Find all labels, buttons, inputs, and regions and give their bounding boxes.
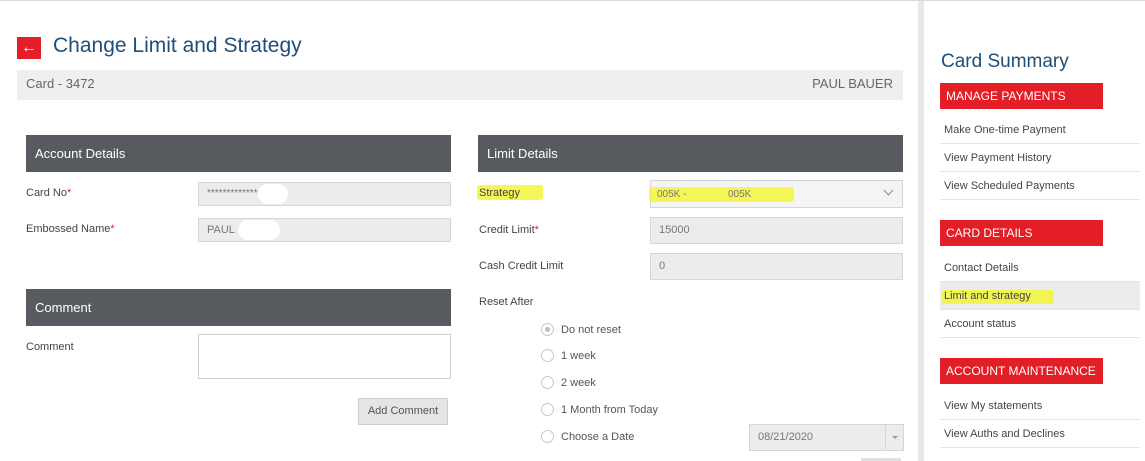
radio-1-week[interactable] (541, 349, 554, 362)
radio-label: 1 Month from Today (561, 404, 659, 416)
strategy-select[interactable]: 005K - 005K (649, 180, 903, 208)
arrow-left-icon: ← (21, 39, 37, 56)
sidebar-title: Card Summary (941, 51, 1069, 72)
caret-down-icon[interactable] (885, 425, 903, 450)
card-info-bar: Card - 3472 PAUL BAUER (17, 70, 903, 100)
sidebar-item-limit-strategy[interactable]: Limit and strategy (940, 282, 1140, 310)
sidebar-item-account-status[interactable]: Account status (940, 310, 1140, 338)
chevron-down-icon (883, 185, 894, 196)
radio-do-not-reset[interactable] (541, 323, 554, 336)
radio-label: Do not reset (561, 324, 621, 336)
back-button[interactable]: ← (17, 37, 41, 59)
limit-details-heading: Limit Details (478, 135, 903, 172)
app-window: ← Change Limit and Strategy Card - 3472 … (0, 0, 1145, 461)
sidebar-item-contact-details[interactable]: Contact Details (940, 254, 1140, 282)
sidebar-item-statements[interactable]: View My statements (940, 392, 1140, 420)
comment-label: Comment (26, 341, 74, 353)
radio-2-week[interactable] (541, 376, 554, 389)
radio-label: 2 week (561, 377, 596, 389)
add-comment-button[interactable]: Add Comment (358, 398, 448, 425)
strategy-label: Strategy (479, 187, 520, 199)
sidebar-item-make-payment[interactable]: Make One-time Payment (940, 116, 1140, 144)
redaction-mark (238, 220, 280, 240)
sidebar-item-scheduled-payments[interactable]: View Scheduled Payments (940, 172, 1140, 200)
page-title: Change Limit and Strategy (53, 34, 302, 57)
date-picker-field[interactable]: 08/21/2020 (749, 424, 904, 451)
card-number: Card - 3472 (26, 76, 95, 91)
radio-1-month[interactable] (541, 403, 554, 416)
embossed-name-label: Embossed Name* (26, 223, 115, 235)
credit-limit-field[interactable]: 15000 (650, 217, 903, 244)
card-no-label: Card No* (26, 187, 72, 199)
manage-payments-heading: MANAGE PAYMENTS (940, 83, 1103, 109)
main-content: ← Change Limit and Strategy Card - 3472 … (0, 1, 918, 461)
strategy-code: 005K - (657, 189, 687, 200)
sidebar-item-payment-history[interactable]: View Payment History (940, 144, 1140, 172)
credit-limit-label: Credit Limit* (479, 224, 539, 236)
embossed-name-field[interactable]: PAUL B (198, 218, 451, 242)
card-summary-sidebar: Card Summary MANAGE PAYMENTS Make One-ti… (924, 1, 1145, 461)
radio-label: Choose a Date (561, 431, 635, 443)
strategy-name: 005K (728, 189, 752, 200)
cash-credit-limit-field[interactable]: 0 (650, 253, 903, 280)
card-details-heading: CARD DETAILS (940, 220, 1103, 246)
radio-choose-date[interactable] (541, 430, 554, 443)
account-details-heading: Account Details (26, 135, 451, 172)
reset-after-label: Reset After (479, 296, 534, 308)
card-no-field[interactable]: ************* (198, 182, 451, 206)
radio-label: 1 week (561, 350, 596, 362)
cash-credit-limit-label: Cash Credit Limit (479, 260, 564, 272)
comment-textarea[interactable] (198, 334, 451, 379)
redaction-mark (258, 184, 288, 204)
account-maintenance-heading: ACCOUNT MAINTENANCE (940, 358, 1103, 384)
comment-heading: Comment (26, 289, 451, 326)
card-holder-name: PAUL BAUER (812, 76, 893, 91)
sidebar-item-auths-declines[interactable]: View Auths and Declines (940, 420, 1140, 448)
